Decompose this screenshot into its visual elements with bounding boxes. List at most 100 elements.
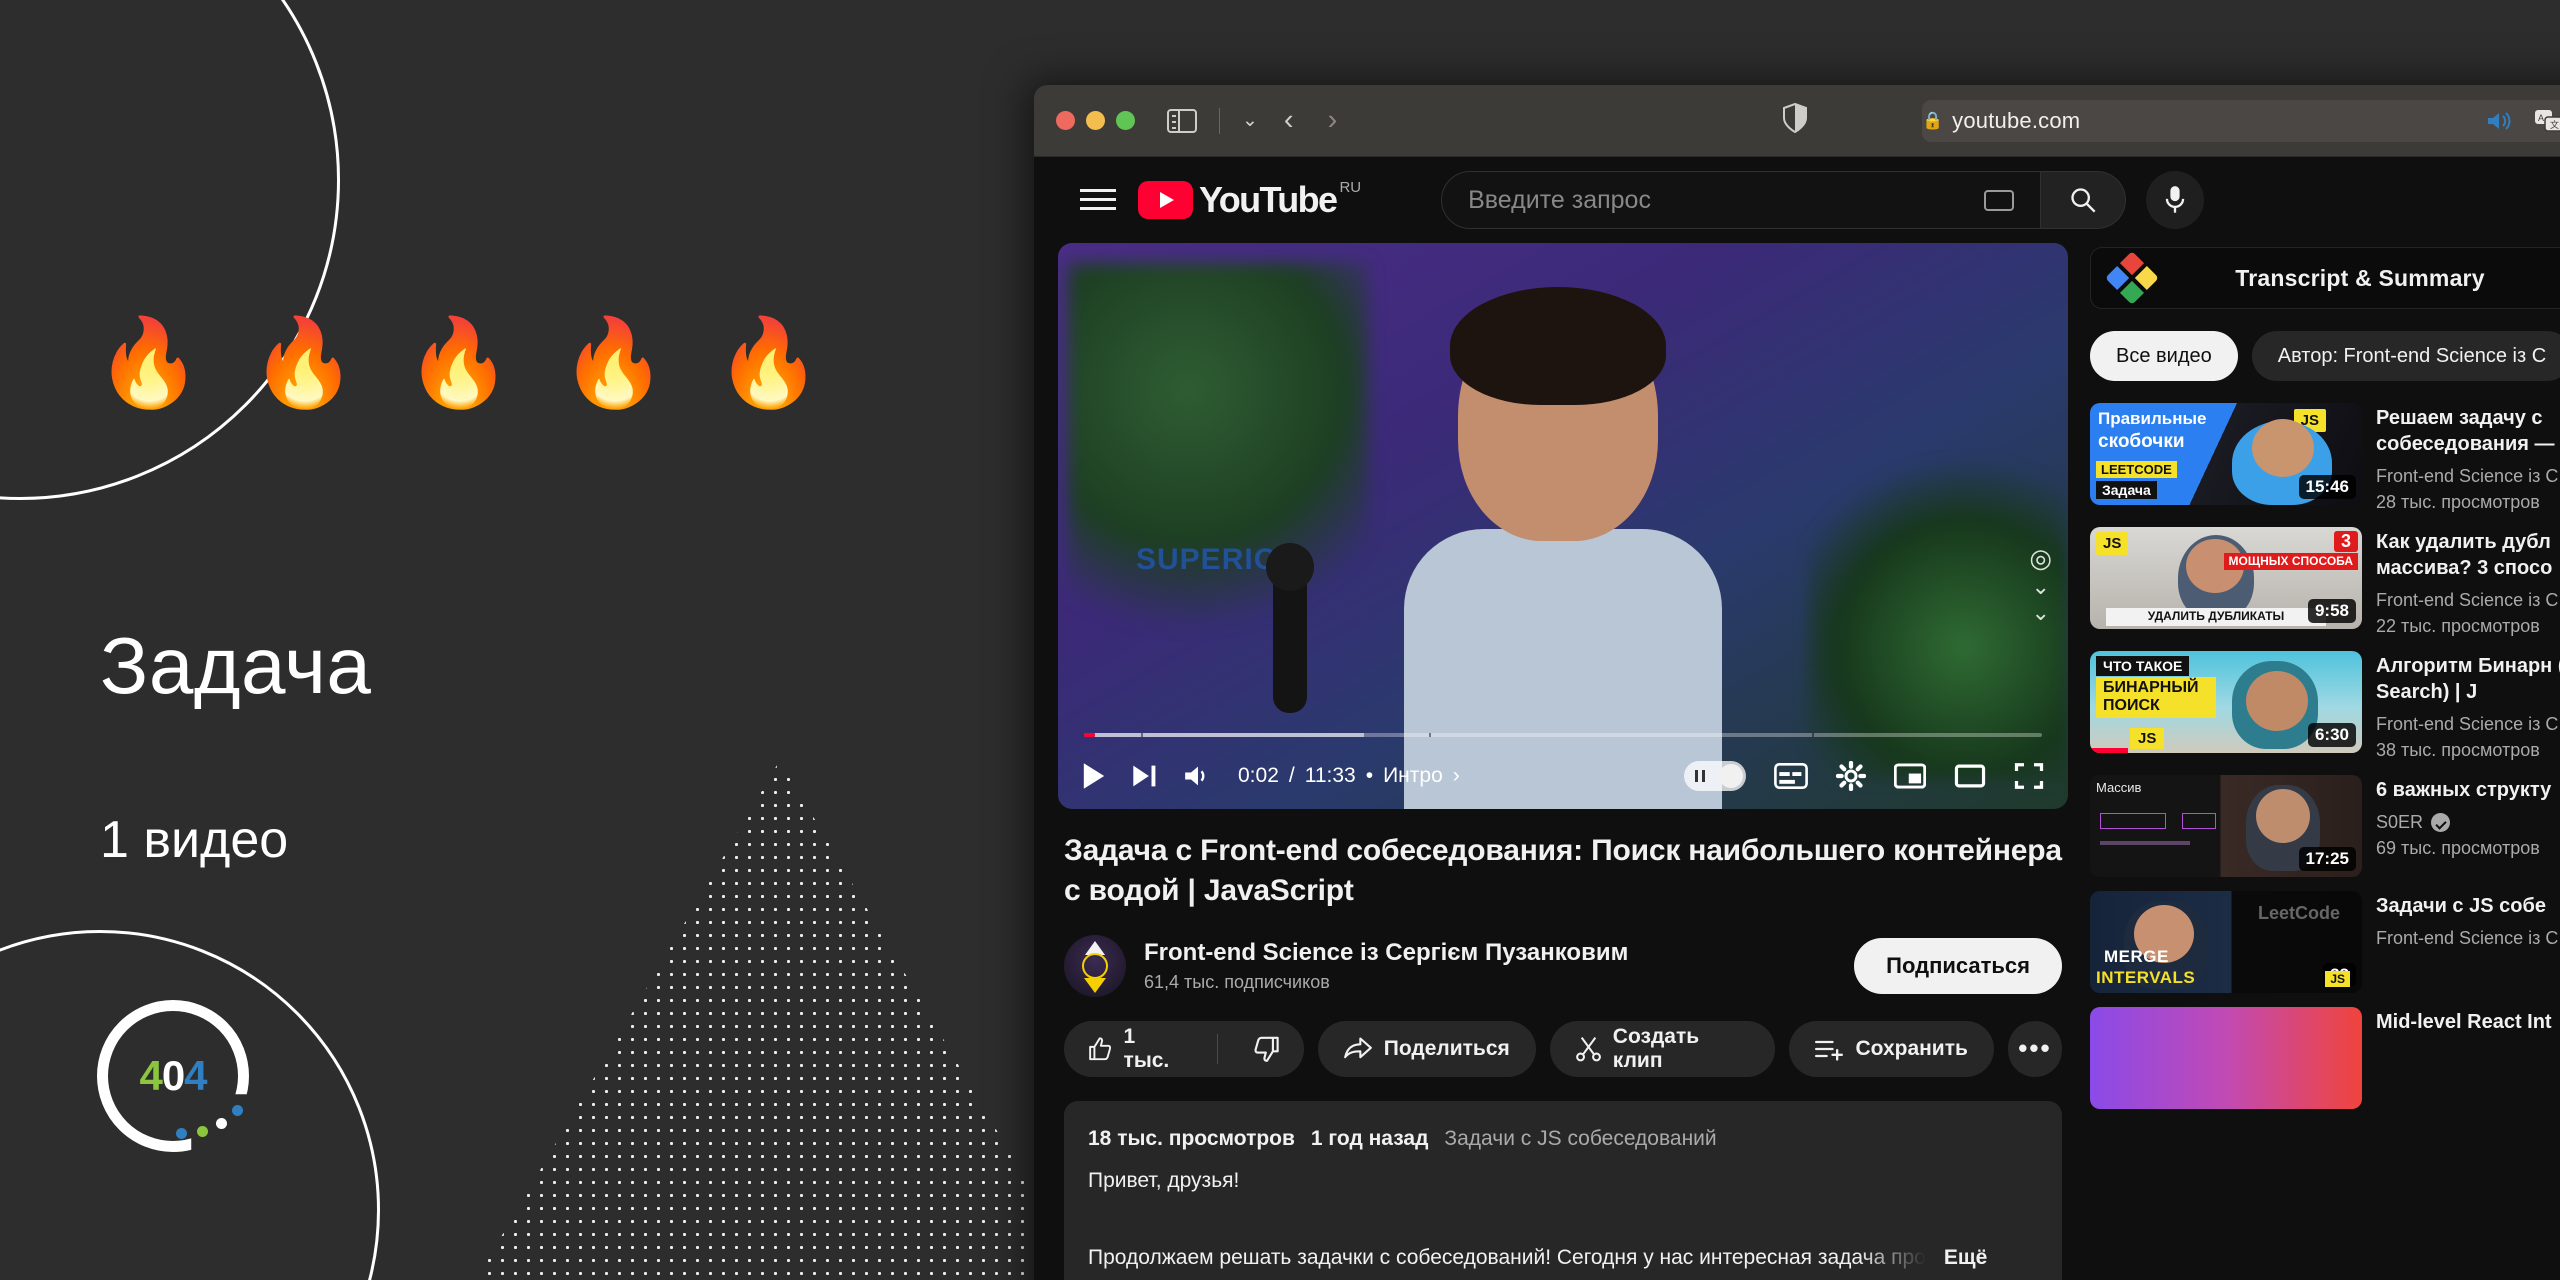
player-effects-badge: ◎ ⌄ ⌄	[2029, 543, 2052, 625]
shield-icon[interactable]	[1782, 102, 1808, 138]
thumb-badge-ways: МОЩНЫХ СПОСОБА	[2223, 553, 2358, 571]
video-views: 22 тыс. просмотров	[2376, 616, 2540, 636]
transcript-summary-panel-header[interactable]: Transcript & Summary	[2090, 247, 2560, 309]
action-buttons-row: 1 тыс. Поделиться Создать клип Сохранить…	[1064, 1020, 2062, 1077]
video-thumbnail[interactable]: MERGE INTERVALS LeetCode 33 JS	[2090, 891, 2362, 993]
chapter-name[interactable]: Интро	[1383, 764, 1443, 788]
verified-badge-icon	[2431, 813, 2451, 832]
channel-name[interactable]: Front-end Science iз Сергієм Пузанковим	[1144, 939, 1628, 967]
thumb-caption-1: УДАЛИТЬ ДУБЛИКАТЫ	[2106, 608, 2326, 626]
video-duration: 17:25	[2298, 847, 2356, 871]
clip-button[interactable]: Создать клип	[1549, 1020, 1776, 1077]
volume-icon[interactable]	[1184, 763, 1212, 789]
404-digit-2: 0	[161, 1052, 185, 1099]
video-thumbnail[interactable]: ЧТО ТАКОЕ БИНАРНЫЙ ПОИСК JS 6:30	[2090, 651, 2362, 753]
thumbs-up-icon	[1089, 1037, 1112, 1060]
share-button[interactable]: Поделиться	[1317, 1020, 1536, 1077]
gear-icon[interactable]	[1836, 761, 1866, 791]
video-player[interactable]: SUPERIOR ◎ ⌄ ⌄ 0:02 / 11:33 • Интро ›	[1058, 243, 2068, 809]
share-icon	[1343, 1037, 1372, 1058]
presenter-figure	[1398, 287, 1728, 809]
video-channel[interactable]: Front-end Science iз С	[2376, 590, 2560, 611]
more-actions-button[interactable]: •••	[2007, 1020, 2062, 1077]
video-channel[interactable]: Front-end Science iз С	[2376, 466, 2560, 487]
miniplayer-icon[interactable]	[1894, 763, 1926, 789]
subscribe-button[interactable]: Подписаться	[1854, 937, 2062, 994]
minimize-window-button[interactable]	[1086, 111, 1105, 130]
video-duration: 15:46	[2298, 475, 2356, 499]
chip-author[interactable]: Автор: Front-end Science iз С	[2251, 331, 2560, 381]
chip-all-videos[interactable]: Все видео	[2090, 331, 2238, 381]
hamburger-icon[interactable]	[1080, 187, 1116, 213]
show-more-button[interactable]: Ещё	[1944, 1242, 1987, 1275]
list-item[interactable]: JS 3 МОЩНЫХ СПОСОБА УДАЛИТЬ ДУБЛИКАТЫ 9:…	[2090, 527, 2560, 637]
video-meta: Решаем задачу с собеседования — Front-en…	[2376, 403, 2560, 513]
thumb-badge-js: JS	[2096, 532, 2129, 555]
video-title[interactable]: Задачи с JS собе	[2376, 893, 2560, 919]
keyboard-icon[interactable]	[1984, 189, 2015, 211]
chapter-arrow-icon[interactable]: ›	[1453, 764, 1460, 788]
duration: 11:33	[1304, 764, 1356, 787]
fullscreen-icon[interactable]	[2014, 762, 2044, 790]
video-title[interactable]: Алгоритм Бинарн (Binary Search) | J	[2376, 653, 2560, 705]
player-right-controls	[1684, 761, 2044, 791]
autoplay-toggle[interactable]	[1684, 761, 1746, 791]
background-plant-left	[1068, 263, 1368, 683]
youtube-logo[interactable]: YouTube RU	[1138, 179, 1361, 220]
page-title: Задача с Front-end собеседования: Поиск …	[1064, 834, 2062, 907]
speaker-icon[interactable]	[2486, 110, 2512, 132]
video-title[interactable]: Решаем задачу с собеседования —	[2376, 405, 2560, 457]
maximize-window-button[interactable]	[1116, 111, 1135, 130]
address-bar[interactable]: 🔒 youtube.com А文 ↻	[1922, 99, 2560, 142]
video-title[interactable]: 6 важных структу	[2376, 777, 2560, 803]
window-controls[interactable]	[1056, 111, 1135, 130]
video-thumbnail[interactable]: JS 3 МОЩНЫХ СПОСОБА УДАЛИТЬ ДУБЛИКАТЫ 9:…	[2090, 527, 2362, 629]
progress-bar[interactable]	[1084, 733, 2042, 737]
avatar[interactable]	[1064, 934, 1126, 997]
video-channel[interactable]: S0ER	[2376, 812, 2560, 833]
video-thumbnail[interactable]	[2090, 1007, 2362, 1109]
list-item[interactable]: Массив 17:25 6 важных структу S0ER 69 ты…	[2090, 775, 2560, 877]
video-channel[interactable]: Front-end Science iз С	[2376, 928, 2560, 949]
theater-mode-icon[interactable]	[1954, 763, 1986, 789]
list-item[interactable]: Правильные скобочки LEETCODE Задача JS 1…	[2090, 403, 2560, 513]
video-thumbnail[interactable]: Правильные скобочки LEETCODE Задача JS 1…	[2090, 403, 2362, 505]
thumb-badge-3: 3	[2333, 531, 2358, 552]
sidebar-icon[interactable]	[1167, 108, 1197, 133]
like-button[interactable]: 1 тыс.	[1064, 1021, 1205, 1077]
thumb-text: ЧТО ТАКОЕ	[2096, 656, 2190, 676]
translate-icon[interactable]: А文	[2534, 109, 2560, 133]
description-box[interactable]: 18 тыс. просмотров 1 год назад Задачи с …	[1064, 1100, 2062, 1280]
search-icon	[2071, 188, 2096, 213]
list-item[interactable]: MERGE INTERVALS LeetCode 33 JS Задачи с …	[2090, 891, 2560, 993]
video-title[interactable]: Как удалить дубл массива? 3 спосо	[2376, 529, 2560, 581]
close-window-button[interactable]	[1056, 111, 1075, 130]
fire-icon: 🔥	[560, 315, 668, 411]
toolbar-divider	[1219, 107, 1220, 134]
forward-button[interactable]: ›	[1320, 104, 1346, 137]
video-thumbnail[interactable]: Массив 17:25	[2090, 775, 2362, 877]
save-playlist-icon	[1815, 1040, 1844, 1061]
next-icon[interactable]	[1132, 763, 1158, 789]
thumb-badge-leetcode: LEETCODE	[2096, 461, 2177, 478]
back-button[interactable]: ‹	[1276, 104, 1302, 137]
time-separator: /	[1288, 764, 1295, 787]
voice-search-button[interactable]	[2146, 171, 2205, 229]
chevron-down-icon[interactable]: ⌄	[1242, 109, 1258, 132]
list-item[interactable]: ЧТО ТАКОЕ БИНАРНЫЙ ПОИСК JS 6:30 Алгорит…	[2090, 651, 2560, 761]
subtitles-icon[interactable]	[1774, 763, 1808, 789]
search-button[interactable]	[2041, 171, 2127, 229]
youtube-content: SUPERIOR ◎ ⌄ ⌄ 0:02 / 11:33 • Интро › За…	[1034, 243, 2560, 1280]
description-hashtag[interactable]: Задачи с JS собеседований	[1444, 1123, 1716, 1156]
list-item[interactable]: Mid-level React Int	[2090, 1007, 2560, 1109]
thumb-text-2: скобочки	[2098, 431, 2185, 452]
video-title[interactable]: Mid-level React Int	[2376, 1009, 2560, 1035]
browser-window: ⌄ ‹ › 🔒 youtube.com А文 ↻ YouTube RU Введ…	[1034, 85, 2560, 1280]
fire-icon: 🔥	[250, 315, 358, 411]
save-button[interactable]: Сохранить	[1789, 1020, 1994, 1077]
search-input[interactable]: Введите запрос	[1441, 171, 2042, 229]
play-icon[interactable]	[1082, 762, 1106, 790]
youtube-wordmark: YouTube	[1199, 179, 1338, 220]
dislike-button[interactable]	[1230, 1021, 1304, 1077]
video-channel[interactable]: Front-end Science iз С	[2376, 714, 2560, 735]
